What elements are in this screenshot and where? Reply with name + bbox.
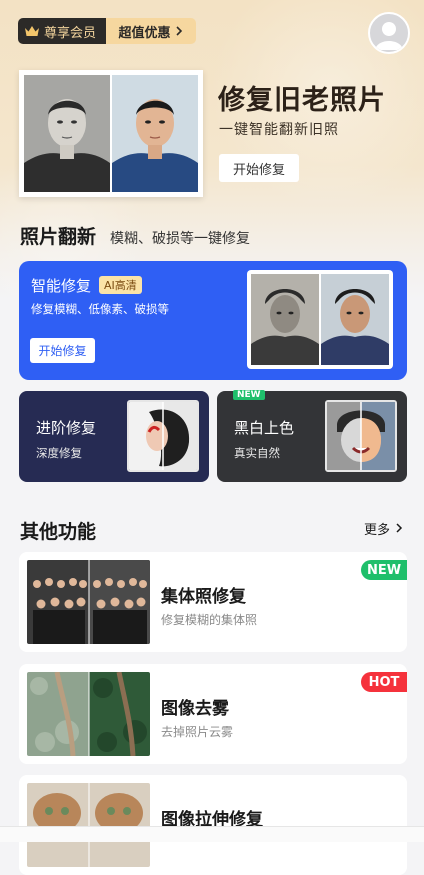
chevron-right-icon (396, 523, 403, 533)
group-photo-thumbnail (27, 560, 150, 644)
group-photo-desc: 修复模糊的集体照 (161, 613, 258, 627)
advanced-repair-title: 进阶修复 (36, 419, 97, 437)
function-card-stretch-repair[interactable]: 图像拉伸修复 (19, 775, 407, 875)
advanced-repair-thumbnail (127, 400, 199, 472)
new-badge: NEW (233, 390, 265, 400)
user-avatar-icon (375, 22, 403, 50)
bottom-bar (0, 826, 424, 842)
vip-membership[interactable]: 尊享会员 (18, 18, 106, 44)
new-badge: NEW (361, 560, 407, 580)
hero-title: 修复旧老照片 (218, 85, 386, 116)
smart-photo-before (251, 274, 319, 365)
more-link[interactable]: 更多 (364, 519, 404, 538)
smart-repair-card[interactable]: 智能修复 AI高清 修复模糊、低像素、破损等 开始修复 (19, 261, 407, 380)
section-title-other: 其他功能 (20, 521, 97, 543)
hero-before-after-photo (19, 70, 203, 197)
smart-repair-start-button[interactable]: 开始修复 (30, 338, 95, 363)
dehaze-desc: 去掉照片云雾 (161, 725, 234, 739)
vip-label: 尊享会员 (44, 25, 97, 41)
colorize-title: 黑白上色 (234, 419, 295, 437)
group-photo-title: 集体照修复 (161, 587, 246, 607)
chevron-right-icon (175, 26, 182, 36)
dehaze-thumbnail (27, 672, 150, 756)
section-title-photo-renew: 照片翻新 (20, 226, 97, 248)
promo-label: 超值优惠 (118, 25, 171, 41)
dehaze-title: 图像去雾 (161, 699, 229, 719)
promo-button[interactable]: 超值优惠 (106, 18, 196, 44)
more-label: 更多 (364, 523, 391, 538)
hero-subtitle: 一键智能翻新旧照 (219, 122, 339, 138)
smart-repair-title: 智能修复 (31, 277, 92, 295)
hero-photo-before (24, 75, 110, 192)
smart-photo-after (321, 274, 389, 365)
colorize-thumbnail (325, 400, 397, 472)
smart-repair-before-after (247, 270, 393, 369)
ai-hd-badge: AI高清 (99, 276, 142, 294)
smart-repair-desc: 修复模糊、低像素、破损等 (31, 302, 169, 316)
hero-photo-after (112, 75, 198, 192)
hot-badge: HOT (361, 672, 407, 692)
colorize-desc: 真实自然 (234, 446, 280, 460)
function-card-dehaze[interactable]: 图像去雾 去掉照片云雾 HOT (19, 664, 407, 764)
advanced-repair-desc: 深度修复 (36, 446, 82, 460)
stretch-repair-thumbnail (27, 783, 150, 867)
crown-icon (25, 25, 39, 36)
colorize-card[interactable]: NEW 黑白上色 真实自然 (217, 390, 407, 482)
user-avatar[interactable] (368, 12, 410, 54)
hero-start-button[interactable]: 开始修复 (219, 154, 299, 182)
section-subtitle-photo-renew: 模糊、破损等一键修复 (110, 231, 250, 247)
vip-banner[interactable]: 尊享会员 超值优惠 (18, 18, 196, 44)
advanced-repair-card[interactable]: 进阶修复 深度修复 (19, 391, 209, 482)
function-card-group-photo[interactable]: 集体照修复 修复模糊的集体照 NEW (19, 552, 407, 652)
